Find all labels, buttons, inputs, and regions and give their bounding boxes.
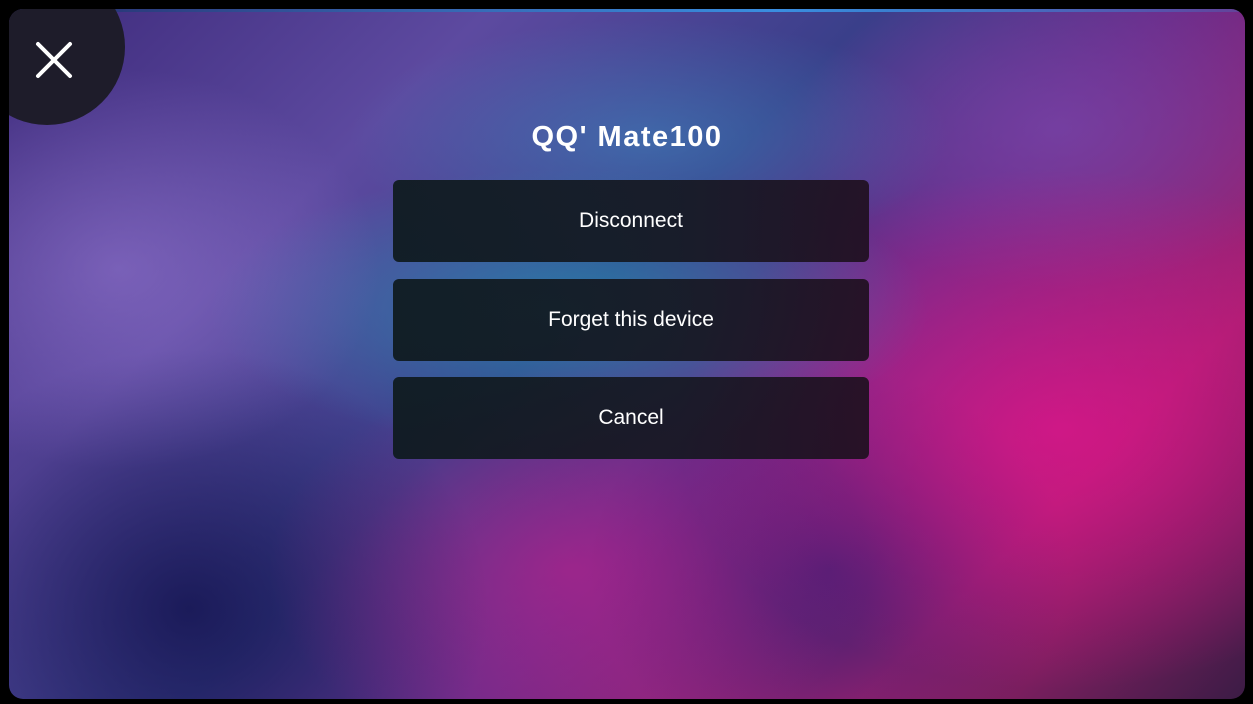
bluetooth-device-dialog: QQ' Mate100 Disconnect Forget this devic…: [9, 9, 1245, 699]
close-button[interactable]: [9, 9, 125, 125]
device-name-title: QQ' Mate100: [531, 121, 723, 153]
disconnect-button[interactable]: Disconnect: [393, 180, 869, 262]
top-accent-line: [9, 9, 1245, 12]
cancel-button[interactable]: Cancel: [393, 377, 869, 459]
close-icon: [36, 42, 72, 78]
forget-device-button[interactable]: Forget this device: [393, 279, 869, 361]
